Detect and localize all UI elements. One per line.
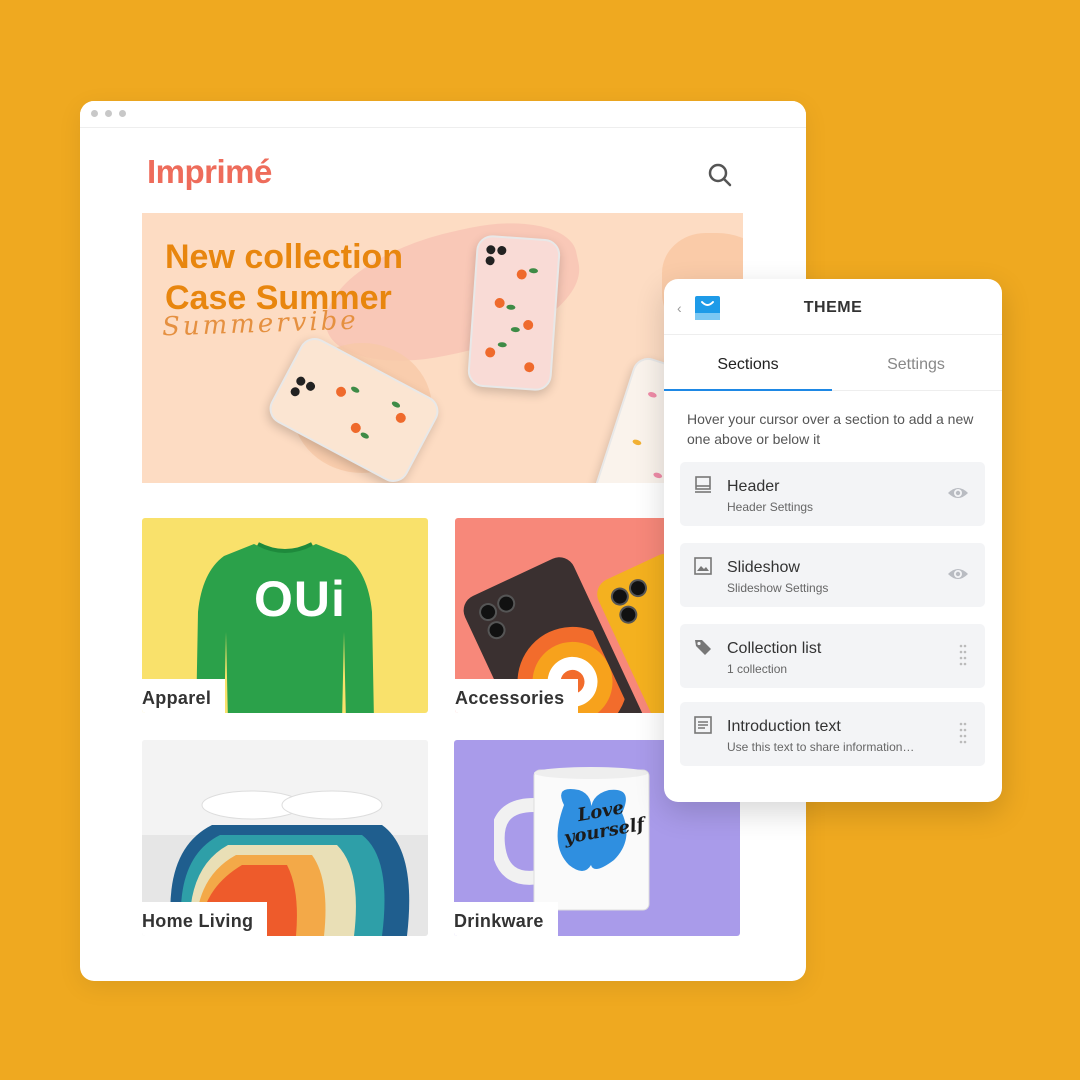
- hero-title-line: New collection: [165, 238, 404, 276]
- section-item-header[interactable]: Header Header Settings: [680, 462, 985, 526]
- collection-label: Drinkware: [454, 902, 558, 936]
- search-icon[interactable]: [707, 162, 733, 188]
- section-subtitle: 1 collection: [727, 662, 788, 676]
- section-title: Collection list: [727, 640, 822, 657]
- section-subtitle: Header Settings: [727, 500, 814, 514]
- panel-header: ‹ THEME: [664, 279, 1002, 335]
- store-logo[interactable]: Imprimé: [147, 153, 272, 191]
- sections-hint: Hover your cursor over a section to add …: [687, 411, 974, 447]
- theme-editor-panel: ‹ THEME Sections Settings Hover your cur…: [664, 279, 1002, 802]
- browser-title-bar: [80, 101, 806, 128]
- window-dot-icon: [105, 110, 112, 117]
- image-icon: [694, 557, 712, 575]
- section-title: Header: [727, 478, 780, 495]
- phone-case-image: [466, 234, 562, 392]
- eye-icon[interactable]: [947, 485, 969, 501]
- collection-label: Apparel: [142, 679, 226, 713]
- apparel-print-text: OUi: [254, 571, 346, 627]
- text-block-icon: [694, 716, 712, 734]
- collection-tile-home-living[interactable]: Home Living: [142, 740, 428, 936]
- hero-banner[interactable]: New collection Case Summer Summervibe: [142, 213, 743, 483]
- section-item-slideshow[interactable]: Slideshow Slideshow Settings: [680, 543, 985, 607]
- active-tab-indicator: [664, 389, 832, 391]
- drag-handle-icon[interactable]: [959, 644, 967, 666]
- header-layout-icon: [695, 476, 711, 493]
- collection-label: Home Living: [142, 902, 268, 936]
- eye-icon[interactable]: [947, 566, 969, 582]
- panel-title: THEME: [803, 299, 863, 316]
- section-item-collection-list[interactable]: Collection list 1 collection: [680, 624, 985, 688]
- collection-tile-apparel[interactable]: OUi Apparel: [142, 518, 428, 713]
- tag-icon: [695, 640, 711, 655]
- section-subtitle: Use this text to share information…: [727, 740, 915, 754]
- tab-settings[interactable]: Settings: [832, 356, 1000, 374]
- window-dot-icon: [91, 110, 98, 117]
- tab-sections[interactable]: Sections: [664, 356, 832, 374]
- section-item-introduction-text[interactable]: Introduction text Use this text to share…: [680, 702, 985, 766]
- section-title: Introduction text: [727, 718, 841, 735]
- section-subtitle: Slideshow Settings: [727, 581, 829, 595]
- collection-label: Accessories: [455, 679, 579, 713]
- drag-handle-icon[interactable]: [959, 722, 967, 744]
- section-title: Slideshow: [727, 559, 800, 576]
- window-dot-icon: [119, 110, 126, 117]
